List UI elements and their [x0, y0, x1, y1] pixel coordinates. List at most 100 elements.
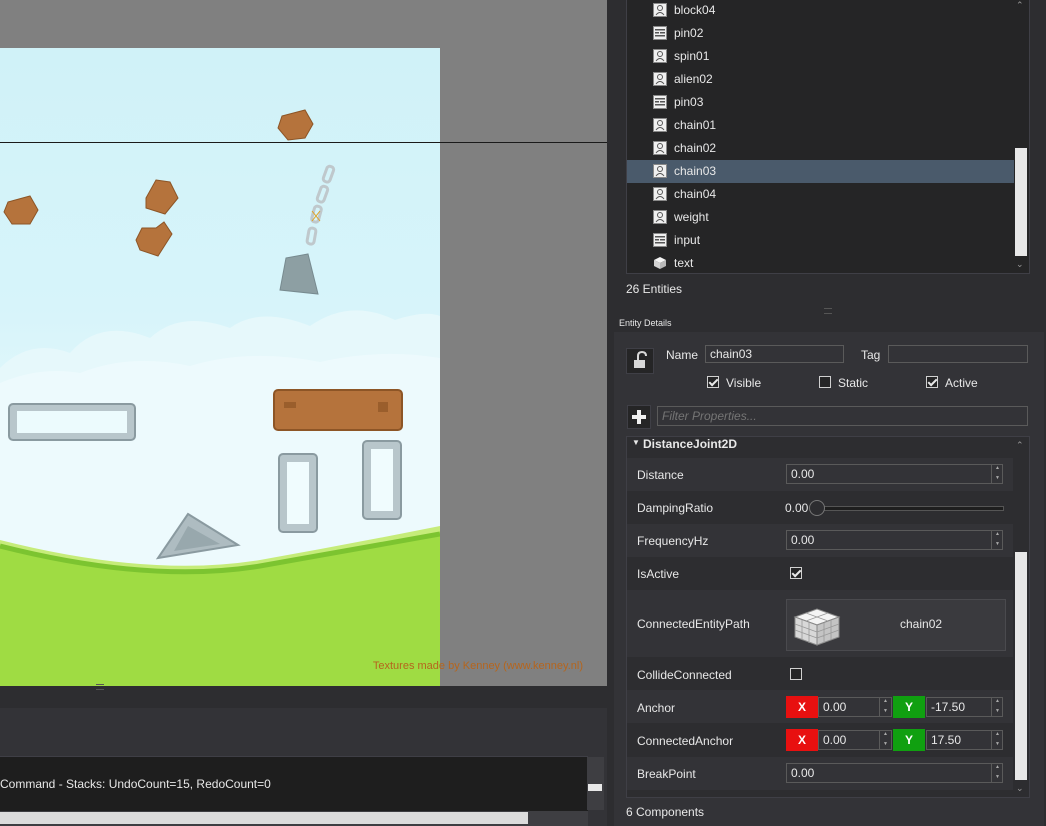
- game-canvas[interactable]: [0, 48, 440, 686]
- connected-anchor-x-spinner[interactable]: [879, 730, 891, 750]
- tree-item-label: pin02: [674, 26, 704, 40]
- breakpoint-field[interactable]: 0.00: [786, 763, 1003, 783]
- entity-details-header: [612, 314, 1046, 332]
- script-icon: [653, 95, 667, 109]
- filter-properties-input[interactable]: [657, 406, 1028, 426]
- damping-ratio-label: DampingRatio: [637, 501, 714, 515]
- scroll-up-icon[interactable]: ⌃: [1016, 0, 1024, 11]
- tree-item-label: weight: [674, 210, 709, 224]
- is-active-label: IsActive: [637, 567, 680, 581]
- breakpoint-label: BreakPoint: [637, 767, 696, 781]
- output-splitter-grip[interactable]: [96, 684, 104, 690]
- name-field[interactable]: chain03: [705, 345, 844, 363]
- tree-item-label: spin01: [674, 49, 710, 63]
- entity-count: 26 Entities: [626, 282, 683, 296]
- damping-ratio-slider[interactable]: [810, 506, 1004, 511]
- visible-label: Visible: [726, 376, 762, 390]
- tree-item-block04[interactable]: block04: [627, 0, 1015, 22]
- frequency-spinner[interactable]: [991, 530, 1003, 550]
- is-active-checkbox[interactable]: [790, 567, 802, 579]
- sprite-icon: [653, 164, 667, 178]
- collide-connected-label: CollideConnected: [637, 668, 732, 682]
- tree-item-label: chain03: [674, 164, 717, 178]
- tree-item-spin01[interactable]: spin01: [627, 45, 1015, 68]
- tree-item-label: chain01: [674, 118, 717, 132]
- tree-item-label: alien02: [674, 72, 713, 86]
- scroll-up-icon[interactable]: ⌃: [1016, 440, 1024, 451]
- kenney-credit-text: Textures made by Kenney (www.kenney.nl): [372, 660, 583, 672]
- anchor-y-badge: Y: [893, 696, 925, 718]
- damping-ratio-slider-thumb[interactable]: [809, 500, 825, 516]
- breakpoint-spinner[interactable]: [991, 763, 1003, 783]
- properties-scroll-thumb[interactable]: [1015, 552, 1027, 780]
- collapse-triangle-icon[interactable]: ▼: [632, 438, 640, 447]
- tree-item-chain04[interactable]: chain04: [627, 183, 1015, 206]
- scene-artwork: [0, 109, 440, 686]
- frequency-field[interactable]: 0.00: [786, 530, 1003, 550]
- anchor-label: Anchor: [637, 701, 676, 715]
- tag-field[interactable]: [888, 345, 1028, 363]
- tree-item-label: chain02: [674, 141, 717, 155]
- connected-anchor-y-badge: Y: [893, 729, 925, 751]
- tree-item-chain02[interactable]: chain02: [627, 137, 1015, 160]
- tree-item-chain01[interactable]: chain01: [627, 114, 1015, 137]
- tree-item-pin02[interactable]: pin02: [627, 22, 1015, 45]
- tree-item-weight[interactable]: weight: [627, 206, 1015, 229]
- scene-view[interactable]: Textures made by Kenney (www.kenney.nl): [0, 0, 607, 686]
- script-icon: [653, 233, 667, 247]
- name-label: Name: [666, 348, 699, 362]
- weight-sprite: [279, 253, 319, 295]
- tree-item-input[interactable]: input: [627, 229, 1015, 252]
- tree-item-pin03[interactable]: pin03: [627, 91, 1015, 114]
- tree-item-alien02[interactable]: alien02: [627, 68, 1015, 91]
- connected-anchor-x-badge: X: [786, 729, 818, 751]
- components-count: 6 Components: [626, 805, 705, 819]
- entity-tree[interactable]: block04 pin02 spin01 alien02 pin03 chain01 cha…: [626, 0, 1030, 274]
- active-label: Active: [945, 376, 978, 390]
- debris-3: [145, 179, 179, 215]
- sprite-icon: [653, 141, 667, 155]
- output-header: [0, 686, 607, 708]
- distance-spinner[interactable]: [991, 464, 1003, 484]
- anchor-x-spinner[interactable]: [879, 697, 891, 717]
- sprite-icon: [653, 118, 667, 132]
- tree-item-label: text: [674, 256, 694, 270]
- debris-2: [3, 195, 39, 225]
- anchor-y-spinner[interactable]: [991, 697, 1003, 717]
- tree-item-text[interactable]: text: [627, 252, 1015, 273]
- output-log-line: Command - Stacks: UndoCount=15, RedoCoun…: [0, 777, 271, 791]
- component-header[interactable]: DistanceJoint2D: [643, 437, 737, 451]
- output-horizontal-scroll-thumb[interactable]: [0, 812, 528, 824]
- static-label: Static: [838, 376, 869, 390]
- cube-icon: [653, 256, 667, 270]
- connected-entity-name: chain02: [900, 617, 943, 631]
- scroll-down-icon[interactable]: ⌄: [1016, 259, 1024, 270]
- output-vertical-scroll-thumb[interactable]: [588, 784, 602, 791]
- static-checkbox[interactable]: [819, 376, 831, 388]
- sprite-icon: [653, 187, 667, 201]
- entity-details-title: Entity Details: [619, 318, 672, 328]
- distance-label: Distance: [637, 468, 684, 482]
- script-icon: [653, 26, 667, 40]
- frequency-label: FrequencyHz: [637, 534, 709, 548]
- sprite-icon: [653, 72, 667, 86]
- tree-item-chain03[interactable]: chain03: [627, 160, 1015, 183]
- scroll-down-icon[interactable]: ⌄: [1016, 783, 1024, 794]
- plus-icon: [632, 410, 646, 424]
- connected-anchor-y-spinner[interactable]: [991, 730, 1003, 750]
- connected-entity-picker[interactable]: chain02: [786, 599, 1006, 651]
- tree-item-label: block04: [674, 3, 716, 17]
- distance-field[interactable]: 0.00: [786, 464, 1003, 484]
- visible-checkbox[interactable]: [707, 376, 719, 388]
- lock-button[interactable]: [626, 348, 654, 374]
- debris-1: [277, 109, 314, 141]
- collide-connected-checkbox[interactable]: [790, 668, 802, 680]
- tree-item-label: pin03: [674, 95, 704, 109]
- add-component-button[interactable]: [627, 405, 651, 429]
- entity-cube-icon: [793, 608, 841, 646]
- entity-tree-scroll-thumb[interactable]: [1015, 148, 1027, 256]
- camera-bounds-line: [0, 142, 607, 143]
- tree-item-label: input: [674, 233, 701, 247]
- unlock-icon: [634, 350, 647, 368]
- active-checkbox[interactable]: [926, 376, 938, 388]
